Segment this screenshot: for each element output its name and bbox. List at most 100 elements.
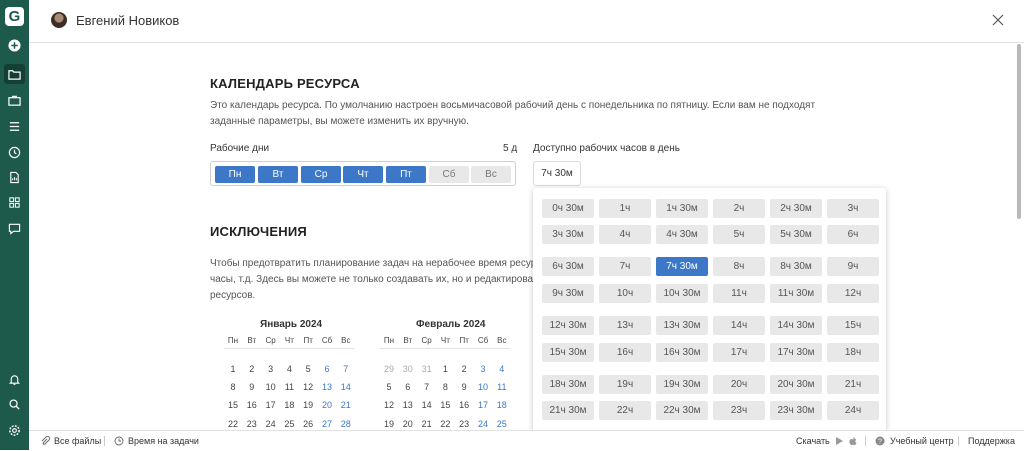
hours-option[interactable]: 9ч 30м (542, 284, 594, 303)
chat-icon[interactable] (4, 218, 25, 238)
calendar-day[interactable]: 11 (280, 382, 298, 392)
search-icon[interactable] (4, 394, 25, 414)
folder-icon[interactable] (4, 64, 25, 84)
gear-icon[interactable] (4, 420, 25, 440)
day-toggle[interactable]: Ср (301, 166, 341, 183)
hours-option[interactable]: 7ч 30м (656, 257, 708, 276)
apple-icon[interactable] (848, 436, 858, 446)
all-files-link[interactable]: Все файлы (54, 436, 101, 446)
hours-option[interactable]: 9ч (827, 257, 879, 276)
hours-option[interactable]: 6ч 30м (542, 257, 594, 276)
hours-option[interactable]: 11ч 30м (770, 284, 822, 303)
hours-option[interactable]: 17ч (713, 343, 765, 362)
calendar-day[interactable]: 19 (299, 400, 317, 410)
calendar-day[interactable]: 25 (493, 419, 511, 429)
calendar-day[interactable]: 14 (337, 382, 355, 392)
hours-option[interactable]: 19ч (599, 375, 651, 394)
hours-option[interactable]: 12ч (827, 284, 879, 303)
calendar-day[interactable]: 19 (380, 419, 398, 429)
calendar-day[interactable]: 2 (455, 364, 473, 374)
calendar-day[interactable]: 7 (418, 382, 436, 392)
support-link[interactable]: Поддержка (968, 436, 1015, 446)
list-icon[interactable] (4, 116, 25, 136)
calendar-day[interactable]: 24 (262, 419, 280, 429)
hours-option[interactable]: 21ч 30м (542, 401, 594, 420)
hours-option[interactable]: 5ч (713, 225, 765, 244)
calendar-day[interactable]: 6 (399, 382, 417, 392)
hours-option[interactable]: 18ч 30м (542, 375, 594, 394)
hours-option[interactable]: 4ч 30м (656, 225, 708, 244)
calendar-day[interactable]: 13 (318, 382, 336, 392)
day-toggle[interactable]: Сб (429, 166, 469, 183)
hours-option[interactable]: 21ч (827, 375, 879, 394)
calendar-day[interactable]: 18 (493, 400, 511, 410)
calendar-day[interactable]: 10 (474, 382, 492, 392)
calendar-day[interactable]: 3 (474, 364, 492, 374)
hours-option[interactable]: 20ч 30м (770, 375, 822, 394)
calendar-day[interactable]: 16 (243, 400, 261, 410)
calendar-day[interactable]: 1 (436, 364, 454, 374)
hours-option[interactable]: 7ч (599, 257, 651, 276)
learning-center-link[interactable]: Учебный центр (890, 436, 954, 446)
hours-option[interactable]: 19ч 30м (656, 375, 708, 394)
calendar-day[interactable]: 27 (318, 419, 336, 429)
day-toggle[interactable]: Чт (343, 166, 383, 183)
calendar-day[interactable]: 23 (455, 419, 473, 429)
calendar-day[interactable]: 8 (436, 382, 454, 392)
day-toggle[interactable]: Вт (258, 166, 298, 183)
hours-option[interactable]: 2ч (713, 199, 765, 218)
calendar-day[interactable]: 20 (318, 400, 336, 410)
calendar-day[interactable]: 22 (224, 419, 242, 429)
hours-option[interactable]: 1ч 30м (656, 199, 708, 218)
hours-option[interactable]: 15ч 30м (542, 343, 594, 362)
calendar-day[interactable]: 11 (493, 382, 511, 392)
hours-option[interactable]: 3ч 30м (542, 225, 594, 244)
calendar-day[interactable]: 10 (262, 382, 280, 392)
hours-option[interactable]: 10ч (599, 284, 651, 303)
hours-option[interactable]: 13ч (599, 316, 651, 335)
hours-option[interactable]: 23ч (713, 401, 765, 420)
calendar-day[interactable]: 30 (399, 364, 417, 374)
day-toggle[interactable]: Пн (215, 166, 255, 183)
calendar-day[interactable]: 7 (337, 364, 355, 374)
calendar-day[interactable]: 4 (493, 364, 511, 374)
calendar-day[interactable]: 14 (418, 400, 436, 410)
hours-option[interactable]: 1ч (599, 199, 651, 218)
calendar-day[interactable]: 24 (474, 419, 492, 429)
hours-option[interactable]: 18ч (827, 343, 879, 362)
calendar-day[interactable]: 25 (280, 419, 298, 429)
time-on-tasks-link[interactable]: Время на задачи (128, 436, 199, 446)
hours-option[interactable]: 6ч (827, 225, 879, 244)
calendar-day[interactable]: 5 (380, 382, 398, 392)
day-toggle[interactable]: Пт (386, 166, 426, 183)
hours-option[interactable]: 8ч 30м (770, 257, 822, 276)
calendar-day[interactable]: 1 (224, 364, 242, 374)
google-play-icon[interactable] (834, 436, 844, 446)
hours-option[interactable]: 24ч (827, 401, 879, 420)
hours-option[interactable]: 12ч 30м (542, 316, 594, 335)
hours-option[interactable]: 11ч (713, 284, 765, 303)
calendar-day[interactable]: 5 (299, 364, 317, 374)
bell-icon[interactable] (4, 369, 25, 389)
hours-option[interactable]: 16ч 30м (656, 343, 708, 362)
calendar-day[interactable]: 15 (436, 400, 454, 410)
hours-option[interactable]: 16ч (599, 343, 651, 362)
hours-option[interactable]: 0ч 30м (542, 199, 594, 218)
hours-option[interactable]: 14ч 30м (770, 316, 822, 335)
calendar-day[interactable]: 29 (380, 364, 398, 374)
calendar-day[interactable]: 28 (337, 419, 355, 429)
hours-option[interactable]: 14ч (713, 316, 765, 335)
hours-option[interactable]: 5ч 30м (770, 225, 822, 244)
grid-icon[interactable] (4, 192, 25, 212)
calendar-day[interactable]: 9 (243, 382, 261, 392)
calendar-day[interactable]: 9 (455, 382, 473, 392)
hours-option[interactable]: 10ч 30м (656, 284, 708, 303)
calendar-day[interactable]: 18 (280, 400, 298, 410)
calendar-day[interactable]: 3 (262, 364, 280, 374)
app-logo[interactable]: G (5, 7, 24, 26)
calendar-day[interactable]: 21 (418, 419, 436, 429)
scrollbar[interactable] (1017, 44, 1021, 219)
calendar-day[interactable]: 6 (318, 364, 336, 374)
hours-option[interactable]: 22ч (599, 401, 651, 420)
calendar-day[interactable]: 12 (299, 382, 317, 392)
